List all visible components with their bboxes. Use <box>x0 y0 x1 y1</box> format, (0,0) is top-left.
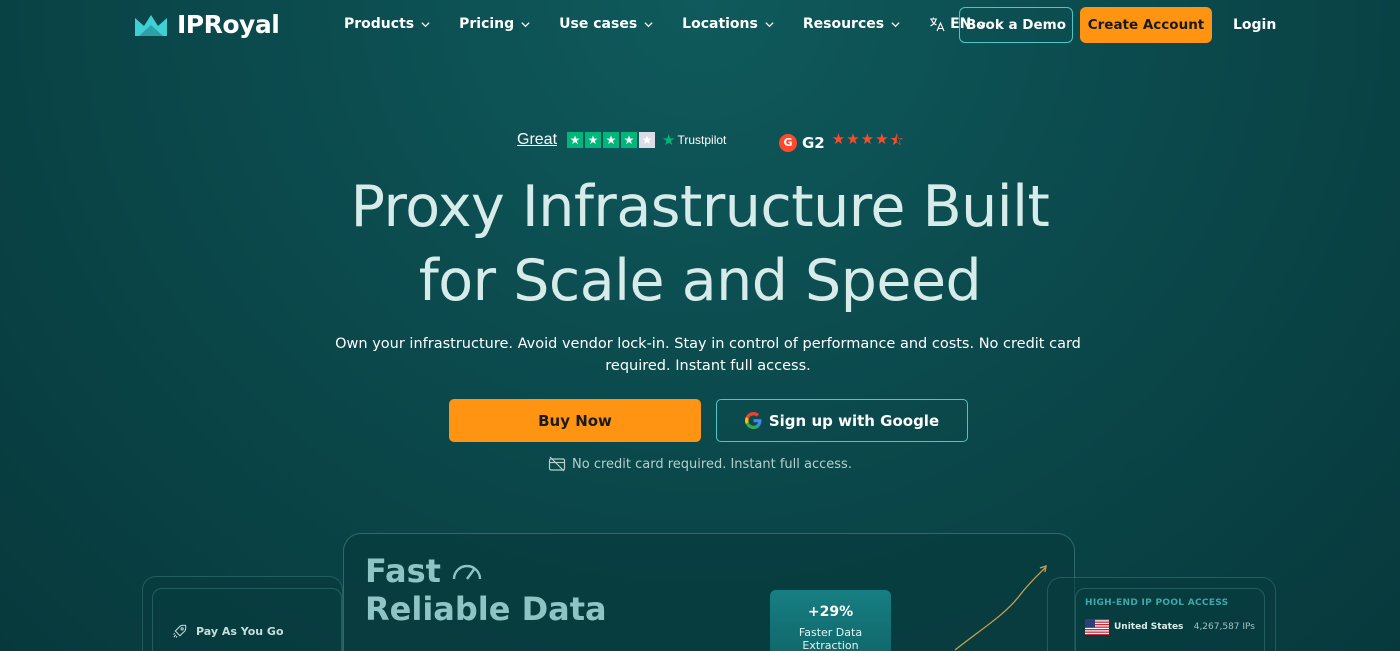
chevron-down-icon <box>521 21 530 27</box>
reliable-data-heading: Reliable Data <box>365 590 607 628</box>
star-half-icon: ⯪ <box>889 131 904 149</box>
trend-arrow-icon <box>954 565 1047 651</box>
star-icon: ★ <box>860 130 875 148</box>
chevron-down-icon <box>765 21 774 27</box>
pay-card-inner <box>152 588 342 651</box>
pay-label: Pay As You Go <box>196 625 284 638</box>
nav-item-label: Resources <box>802 16 885 32</box>
star-empty-icon: ★ <box>639 132 656 148</box>
translate-icon <box>930 17 945 32</box>
nav-item-use-cases[interactable]: Use cases <box>559 16 654 32</box>
trustpilot-rating[interactable]: Great ★ ★ ★ ★ ★ ★ Trustpilot <box>517 131 726 149</box>
nav-item-label: Use cases <box>559 16 638 32</box>
brand-logo[interactable]: IPRoyal <box>133 10 280 39</box>
g2-rating[interactable]: G G2 ★ ★ ★ ★ ⯪ <box>779 130 904 155</box>
note-text: No credit card required. Instant full ac… <box>572 456 852 472</box>
g2-logo-icon: G <box>779 133 797 152</box>
nav-item-label: Products <box>344 16 415 32</box>
trustpilot-brand: Trustpilot <box>677 133 727 147</box>
stat-value: +29% <box>807 604 854 620</box>
hero-title-line2: for Scale and Speed <box>418 248 982 314</box>
star-icon: ★ <box>831 130 846 148</box>
star-icon: ★ <box>567 132 584 148</box>
top-navigation: IPRoyal Products Pricing Use cases Locat… <box>0 0 1400 50</box>
ip-pool-row: United States 4,267,587 IPs <box>1085 619 1255 635</box>
pool-ip-count: 4,267,587 IPs <box>1193 622 1255 632</box>
star-icon: ★ <box>603 132 620 148</box>
pay-as-you-go-item: Pay As You Go <box>172 624 284 639</box>
us-flag-icon <box>1085 619 1109 635</box>
chevron-down-icon <box>421 21 430 27</box>
nav-item-resources[interactable]: Resources <box>803 16 901 32</box>
nav-item-products[interactable]: Products <box>344 16 431 32</box>
google-icon <box>744 412 762 429</box>
buy-now-button[interactable]: Buy Now <box>449 399 701 442</box>
book-demo-button[interactable]: Book a Demo <box>959 7 1073 43</box>
faster-extraction-stat: +29% Faster Data Extraction <box>770 590 891 651</box>
nav-item-label: Pricing <box>459 16 515 32</box>
crown-icon <box>135 14 167 36</box>
create-account-button[interactable]: Create Account <box>1080 7 1212 43</box>
speedometer-icon <box>452 564 482 580</box>
trustpilot-logo: ★ Trustpilot <box>662 131 726 149</box>
stat-label-line2: Extraction <box>802 639 859 651</box>
nav-item-locations[interactable]: Locations <box>682 16 775 32</box>
stat-label-line1: Faster Data <box>798 626 863 639</box>
hero-title-line1: Proxy Infrastructure Built <box>350 174 1050 240</box>
no-card-icon <box>548 456 566 472</box>
star-icon: ★ <box>875 130 889 148</box>
google-signup-button[interactable]: Sign up with Google <box>716 399 968 442</box>
google-signup-label: Sign up with Google <box>768 411 940 430</box>
ratings-bar: Great ★ ★ ★ ★ ★ ★ Trustpilot G G2 ★ ★ ★ … <box>0 130 1400 152</box>
star-icon: ★ <box>585 132 602 148</box>
ip-pool-title: HIGH-END IP POOL ACCESS <box>1085 598 1229 608</box>
fast-text: Fast <box>365 552 441 590</box>
brand-name: IPRoyal <box>177 10 280 39</box>
star-icon: ★ <box>846 130 860 148</box>
rocket-icon <box>173 624 187 638</box>
nav-menu: Products Pricing Use cases Locations Res… <box>344 16 1015 32</box>
trustpilot-stars: ★ ★ ★ ★ ★ <box>567 132 656 148</box>
pool-country: United States <box>1114 622 1184 632</box>
hero-title: Proxy Infrastructure Built for Scale and… <box>0 170 1400 318</box>
g2-label: G2 <box>802 133 825 152</box>
no-credit-card-note: No credit card required. Instant full ac… <box>0 456 1400 472</box>
trustpilot-word: Great <box>517 131 558 148</box>
login-link[interactable]: Login <box>1233 17 1276 33</box>
star-icon: ★ <box>621 132 638 148</box>
chevron-down-icon <box>891 21 900 27</box>
hero-subtitle: Own your infrastructure. Avoid vendor lo… <box>335 336 1081 374</box>
nav-item-label: Locations <box>682 16 758 32</box>
chevron-down-icon <box>644 21 653 27</box>
stat-label: Faster Data Extraction <box>770 626 891 651</box>
fast-heading: Fast <box>365 552 483 590</box>
g2-stars: ★ ★ ★ ★ ⯪ <box>832 130 904 155</box>
trustpilot-star-icon: ★ <box>662 132 676 149</box>
nav-item-pricing[interactable]: Pricing <box>459 16 531 32</box>
